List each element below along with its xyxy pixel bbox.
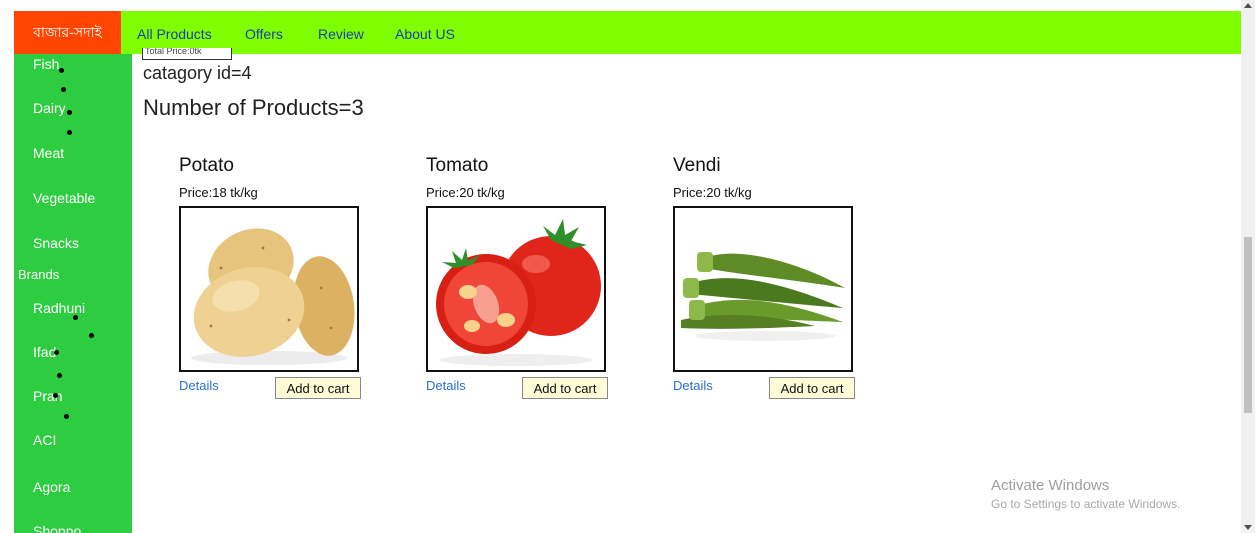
add-to-cart-button[interactable]: Add to cart: [769, 377, 855, 399]
sidebar-item-agora[interactable]: Agora: [33, 479, 70, 495]
activate-windows-title: Activate Windows: [991, 477, 1110, 494]
sidebar-item-fish[interactable]: Fish: [33, 56, 59, 72]
nav-offers[interactable]: Offers: [245, 11, 283, 54]
nav-about-us[interactable]: About US: [395, 11, 455, 54]
sidebar-item-shoppo[interactable]: Shoppo: [33, 523, 81, 533]
bullet-dot: [89, 333, 94, 338]
scroll-down-icon[interactable]: [1244, 525, 1252, 530]
bullet-dot: [67, 110, 72, 115]
brand-logo[interactable]: বাজার-সদাই: [14, 11, 121, 54]
bullet-dot: [53, 393, 58, 398]
product-price: Price:20 tk/kg: [673, 185, 752, 200]
top-strip: [0, 0, 1255, 11]
scroll-up-icon[interactable]: [1244, 3, 1252, 8]
sidebar-item-meat[interactable]: Meat: [33, 145, 64, 161]
product-card: Vendi Price:20 tk/kg Details Add to cart: [673, 155, 863, 405]
brands-heading: Brands: [18, 267, 60, 282]
sidebar-item-snacks[interactable]: Snacks: [33, 235, 79, 251]
vertical-scrollbar[interactable]: [1241, 0, 1255, 533]
tomato-illustration: [436, 219, 601, 366]
bullet-dot: [59, 68, 64, 73]
product-price: Price:18 tk/kg: [179, 185, 258, 200]
scroll-thumb[interactable]: [1244, 237, 1252, 413]
sidebar-item-vegetable[interactable]: Vegetable: [33, 190, 95, 206]
add-to-cart-button[interactable]: Add to cart: [275, 377, 361, 399]
details-link[interactable]: Details: [179, 378, 219, 393]
potato-image[interactable]: [179, 206, 359, 372]
product-count-heading: Number of Products=3: [143, 95, 364, 120]
bullet-dot: [61, 87, 66, 92]
potato-illustration: [191, 228, 355, 365]
product-card: Potato Price:18 tk/kg Details Add to car…: [179, 155, 369, 405]
product-card: Tomato Price:20 tk/kg Details Add to car…: [426, 155, 616, 405]
add-to-cart-button[interactable]: Add to cart: [522, 377, 608, 399]
category-id-text: catagory id=4: [143, 63, 252, 83]
activate-windows-subtitle: Go to Settings to activate Windows.: [991, 497, 1181, 511]
bullet-dot: [73, 315, 78, 320]
product-name: Potato: [179, 155, 234, 176]
details-link[interactable]: Details: [426, 378, 466, 393]
product-price: Price:20 tk/kg: [426, 185, 505, 200]
nav-review[interactable]: Review: [318, 11, 364, 54]
bullet-dot: [64, 414, 69, 419]
product-name: Tomato: [426, 155, 489, 176]
sidebar-item-dairy[interactable]: Dairy: [33, 100, 66, 116]
sidebar-item-aci[interactable]: ACI: [33, 432, 56, 448]
sidebar-item-pran[interactable]: Pran: [33, 388, 63, 404]
sidebar: Fish Dairy Meat Vegetable Snacks Brands …: [14, 54, 132, 533]
okra-image[interactable]: [673, 206, 853, 372]
okra-illustration: [681, 252, 845, 341]
bullet-dot: [57, 373, 62, 378]
details-link[interactable]: Details: [673, 378, 713, 393]
total-price-box: Total Price:0tk: [142, 48, 232, 60]
sidebar-item-ifad[interactable]: Ifad: [33, 344, 56, 360]
bullet-dot: [67, 130, 72, 135]
bullet-dot: [54, 350, 59, 355]
tomato-image[interactable]: [426, 206, 606, 372]
product-name: Vendi: [673, 155, 721, 176]
sidebar-item-radhuni[interactable]: Radhuni: [33, 300, 85, 316]
